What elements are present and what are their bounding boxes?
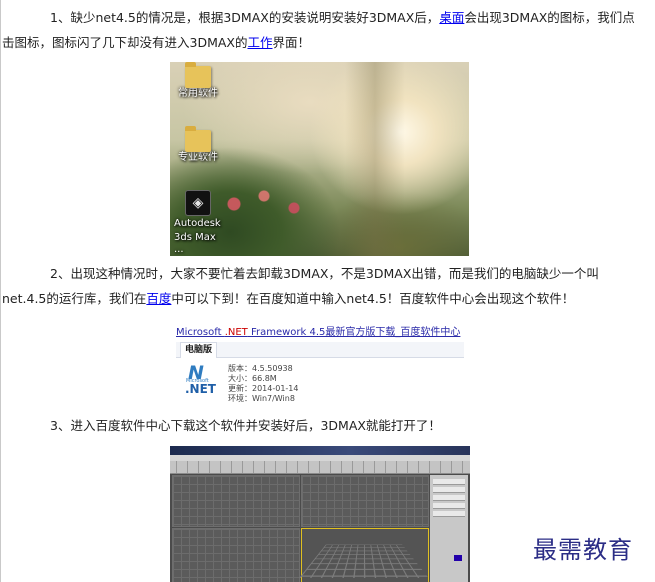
spec-size: 大小：66.8M xyxy=(228,374,277,383)
listing-title-highlight: .NET xyxy=(224,327,248,338)
listing-specs: 版本：4.5.50938 大小：66.8M 更新：2014-01-14 环境：W… xyxy=(228,364,299,404)
dotnet-logo-word: .NET xyxy=(185,382,216,396)
paragraph-1-text-a: 1、缺少net4.5的情况是，根据3DMAX的安装说明安装好3DMAX后， xyxy=(50,10,440,25)
link-desktop[interactable]: 桌面 xyxy=(439,10,464,25)
3dsmax-icon: ◈ xyxy=(185,190,211,216)
desktop-icon-pro-software[interactable]: 专业软件 xyxy=(170,126,228,164)
wallpaper-flowers xyxy=(210,180,330,220)
desktop-icon-common-software[interactable]: 常用软件 xyxy=(170,62,228,100)
baidu-listing-screenshot: Microsoft .NET Framework 4.5最新官方版下载_百度软件… xyxy=(172,326,468,408)
spec-updated: 更新：2014-01-14 xyxy=(228,384,299,393)
spec-environment: 环境：Win7/Win8 xyxy=(228,394,295,403)
watermark: 最需教育 xyxy=(533,536,633,564)
listing-title-link[interactable]: Microsoft .NET Framework 4.5最新官方版下载_百度软件… xyxy=(176,327,460,339)
listing-title-part1: Microsoft xyxy=(176,327,225,338)
spec-version: 版本：4.5.50938 xyxy=(228,364,293,373)
desktop-icon-label: 专业软件 xyxy=(178,152,218,163)
tab-pc[interactable]: 电脑版 xyxy=(180,342,218,358)
listing-title-part2: Framework 4.5最新官方版下载_百度软件中心 xyxy=(247,327,461,338)
page-left-border xyxy=(0,0,1,582)
paragraph-1: 1、缺少net4.5的情况是，根据3DMAX的安装说明安装好3DMAX后，桌面会… xyxy=(2,5,642,55)
viewport-front xyxy=(301,475,429,527)
folder-icon xyxy=(185,126,211,152)
perspective-grid xyxy=(299,544,429,579)
dotnet-logo-icon: N Microsoft .NET xyxy=(185,364,216,398)
viewport-left xyxy=(172,528,300,582)
viewport-top xyxy=(172,475,300,527)
link-work[interactable]: 工作 xyxy=(247,35,272,50)
paragraph-3: 3、进入百度软件中心下载这个软件并安装好后，3DMAX就能打开了！ xyxy=(2,413,642,438)
max-titlebar xyxy=(170,446,470,455)
command-panel-buttons xyxy=(433,479,465,519)
listing-tabbar: 电脑版 xyxy=(176,342,464,358)
desktop-screenshot: 常用软件 专业软件 ◈ Autodesk 3ds Max ... xyxy=(170,62,469,256)
viewport-perspective xyxy=(299,528,429,582)
desktop-icon-label-line2: 3ds Max ... xyxy=(174,232,216,255)
3dsmax-screenshot xyxy=(170,446,470,582)
wallpaper-tree xyxy=(345,62,405,256)
paragraph-1-text-c: 界面！ xyxy=(272,35,311,50)
max-command-panel xyxy=(430,475,468,582)
paragraph-2-text-b: 中可以下到！在百度知道中输入net4.5！百度软件中心会出现这个软件！ xyxy=(171,291,575,306)
paragraph-3-text: 3、进入百度软件中心下载这个软件并安装好后，3DMAX就能打开了！ xyxy=(50,418,441,433)
link-baidu[interactable]: 百度 xyxy=(146,291,171,306)
desktop-icon-label-line1: Autodesk xyxy=(174,218,221,229)
desktop-icon-label: 常用软件 xyxy=(178,88,218,99)
max-toolbar xyxy=(170,461,470,474)
color-swatch xyxy=(454,555,462,561)
paragraph-2: 2、出现这种情况时，大家不要忙着去卸载3DMAX，不是3DMAX出错，而是我们的… xyxy=(2,261,642,311)
desktop-icon-3dsmax[interactable]: ◈ Autodesk 3ds Max ... xyxy=(170,190,228,256)
folder-icon xyxy=(185,62,211,88)
